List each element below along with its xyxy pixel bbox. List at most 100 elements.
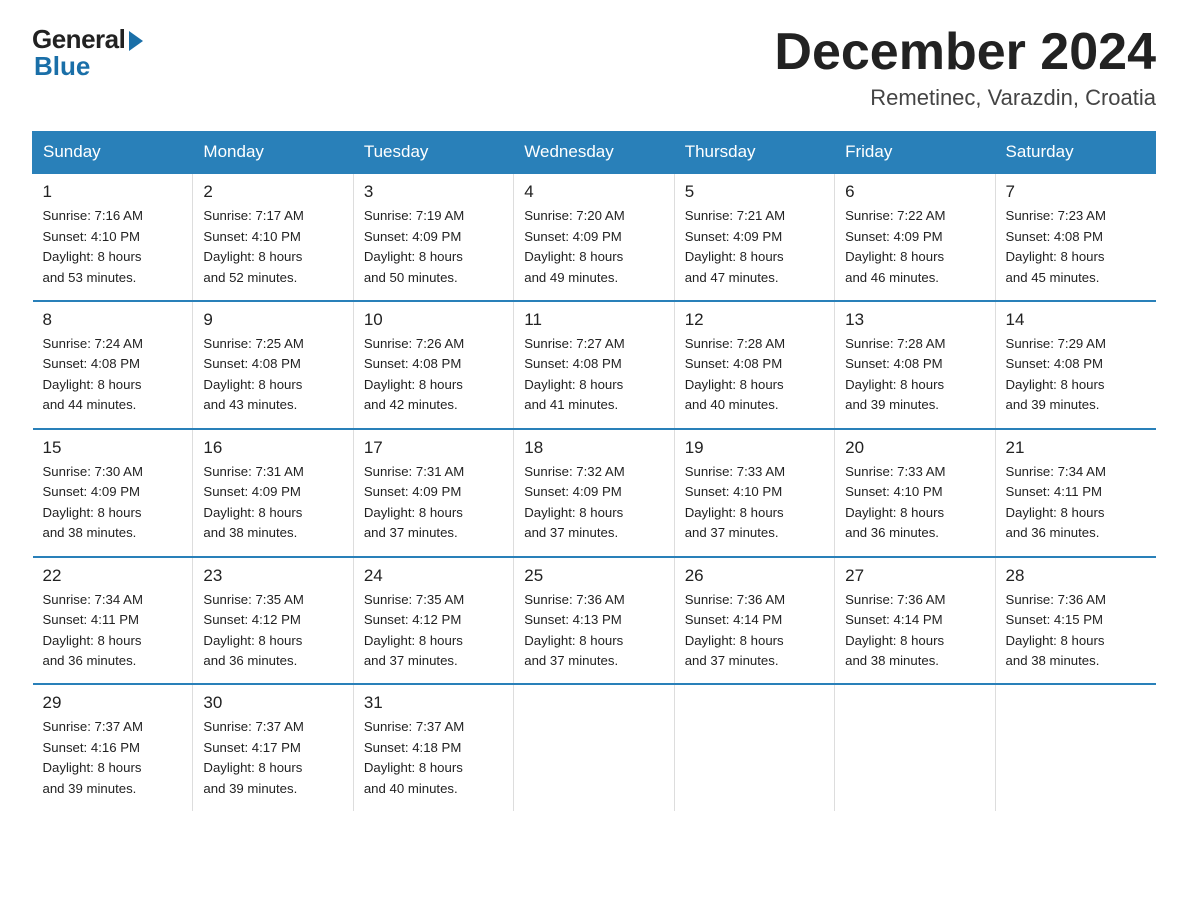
day-number: 6: [845, 182, 984, 202]
calendar-cell-w3-d4: 18Sunrise: 7:32 AMSunset: 4:09 PMDayligh…: [514, 429, 674, 557]
calendar-cell-w2-d3: 10Sunrise: 7:26 AMSunset: 4:08 PMDayligh…: [353, 301, 513, 429]
calendar-cell-w4-d5: 26 Sunrise: 7:36 AMSunset: 4:14 PMDayligh…: [674, 557, 834, 685]
day-info: Sunrise: 7:23 AMSunset: 4:08 PMDaylight:…: [1006, 206, 1146, 288]
day-number: 8: [43, 310, 183, 330]
day-info: Sunrise: 7:33 AMSunset: 4:10 PMDaylight:…: [845, 462, 984, 544]
day-info: Sunrise: 7:24 AMSunset: 4:08 PMDaylight:…: [43, 334, 183, 416]
day-number: 14: [1006, 310, 1146, 330]
calendar-cell-w1-d6: 6 Sunrise: 7:22 AMSunset: 4:09 PMDaylight…: [835, 173, 995, 301]
day-number: 16: [203, 438, 342, 458]
header-monday: Monday: [193, 132, 353, 174]
header-wednesday: Wednesday: [514, 132, 674, 174]
day-number: 19: [685, 438, 824, 458]
day-number: 25: [524, 566, 663, 586]
day-info: Sunrise: 7:31 AMSunset: 4:09 PMDaylight:…: [203, 462, 342, 544]
day-number: 2: [203, 182, 342, 202]
day-info: Sunrise: 7:29 AMSunset: 4:08 PMDaylight:…: [1006, 334, 1146, 416]
day-info: Sunrise: 7:37 AMSunset: 4:17 PMDaylight:…: [203, 717, 342, 799]
calendar-cell-w1-d7: 7 Sunrise: 7:23 AMSunset: 4:08 PMDaylight…: [995, 173, 1155, 301]
page-header: General Blue December 2024 Remetinec, Va…: [32, 24, 1156, 111]
calendar-week-2: 8 Sunrise: 7:24 AMSunset: 4:08 PMDaylight…: [33, 301, 1156, 429]
day-info: Sunrise: 7:31 AMSunset: 4:09 PMDaylight:…: [364, 462, 503, 544]
day-info: Sunrise: 7:30 AMSunset: 4:09 PMDaylight:…: [43, 462, 183, 544]
day-number: 21: [1006, 438, 1146, 458]
day-info: Sunrise: 7:34 AMSunset: 4:11 PMDaylight:…: [43, 590, 183, 672]
calendar-cell-w1-d4: 4 Sunrise: 7:20 AMSunset: 4:09 PMDaylight…: [514, 173, 674, 301]
calendar-cell-w2-d6: 13 Sunrise: 7:28 AMSunset: 4:08 PMDayligh…: [835, 301, 995, 429]
day-info: Sunrise: 7:25 AMSunset: 4:08 PMDaylight:…: [203, 334, 342, 416]
calendar-cell-w5-d6: [835, 684, 995, 811]
day-number: 3: [364, 182, 503, 202]
calendar-cell-w3-d3: 17 Sunrise: 7:31 AMSunset: 4:09 PMDayligh…: [353, 429, 513, 557]
calendar-cell-w3-d1: 15 Sunrise: 7:30 AMSunset: 4:09 PMDayligh…: [33, 429, 193, 557]
calendar-cell-w3-d7: 21Sunrise: 7:34 AMSunset: 4:11 PMDayligh…: [995, 429, 1155, 557]
day-info: Sunrise: 7:37 AMSunset: 4:16 PMDaylight:…: [43, 717, 183, 799]
logo: General Blue: [32, 24, 143, 82]
day-number: 27: [845, 566, 984, 586]
calendar-cell-w3-d5: 19 Sunrise: 7:33 AMSunset: 4:10 PMDayligh…: [674, 429, 834, 557]
day-number: 4: [524, 182, 663, 202]
location-text: Remetinec, Varazdin, Croatia: [774, 85, 1156, 111]
calendar-cell-w2-d5: 12Sunrise: 7:28 AMSunset: 4:08 PMDayligh…: [674, 301, 834, 429]
day-info: Sunrise: 7:19 AMSunset: 4:09 PMDaylight:…: [364, 206, 503, 288]
day-info: Sunrise: 7:27 AMSunset: 4:08 PMDaylight:…: [524, 334, 663, 416]
day-info: Sunrise: 7:36 AMSunset: 4:14 PMDaylight:…: [685, 590, 824, 672]
calendar-header-row: SundayMondayTuesdayWednesdayThursdayFrid…: [33, 132, 1156, 174]
day-info: Sunrise: 7:32 AMSunset: 4:09 PMDaylight:…: [524, 462, 663, 544]
day-info: Sunrise: 7:36 AMSunset: 4:14 PMDaylight:…: [845, 590, 984, 672]
header-saturday: Saturday: [995, 132, 1155, 174]
calendar-cell-w3-d6: 20Sunrise: 7:33 AMSunset: 4:10 PMDayligh…: [835, 429, 995, 557]
calendar-cell-w3-d2: 16 Sunrise: 7:31 AMSunset: 4:09 PMDayligh…: [193, 429, 353, 557]
day-number: 5: [685, 182, 824, 202]
calendar-cell-w4-d3: 24 Sunrise: 7:35 AMSunset: 4:12 PMDayligh…: [353, 557, 513, 685]
day-number: 15: [43, 438, 183, 458]
day-info: Sunrise: 7:22 AMSunset: 4:09 PMDaylight:…: [845, 206, 984, 288]
calendar-week-3: 15 Sunrise: 7:30 AMSunset: 4:09 PMDayligh…: [33, 429, 1156, 557]
calendar-cell-w1-d3: 3 Sunrise: 7:19 AMSunset: 4:09 PMDaylight…: [353, 173, 513, 301]
day-info: Sunrise: 7:37 AMSunset: 4:18 PMDaylight:…: [364, 717, 503, 799]
day-number: 13: [845, 310, 984, 330]
day-number: 29: [43, 693, 183, 713]
calendar-cell-w5-d7: [995, 684, 1155, 811]
day-number: 22: [43, 566, 183, 586]
day-info: Sunrise: 7:17 AMSunset: 4:10 PMDaylight:…: [203, 206, 342, 288]
calendar-cell-w2-d2: 9 Sunrise: 7:25 AMSunset: 4:08 PMDaylight…: [193, 301, 353, 429]
day-info: Sunrise: 7:20 AMSunset: 4:09 PMDaylight:…: [524, 206, 663, 288]
calendar-cell-w5-d2: 30 Sunrise: 7:37 AMSunset: 4:17 PMDayligh…: [193, 684, 353, 811]
day-number: 26: [685, 566, 824, 586]
day-info: Sunrise: 7:28 AMSunset: 4:08 PMDaylight:…: [845, 334, 984, 416]
calendar-table: SundayMondayTuesdayWednesdayThursdayFrid…: [32, 131, 1156, 811]
logo-blue-text: Blue: [32, 51, 90, 82]
calendar-cell-w2-d4: 11 Sunrise: 7:27 AMSunset: 4:08 PMDayligh…: [514, 301, 674, 429]
day-number: 30: [203, 693, 342, 713]
calendar-cell-w4-d2: 23 Sunrise: 7:35 AMSunset: 4:12 PMDayligh…: [193, 557, 353, 685]
calendar-cell-w4-d7: 28Sunrise: 7:36 AMSunset: 4:15 PMDayligh…: [995, 557, 1155, 685]
calendar-cell-w1-d1: 1Sunrise: 7:16 AMSunset: 4:10 PMDaylight…: [33, 173, 193, 301]
day-number: 10: [364, 310, 503, 330]
calendar-cell-w1-d2: 2 Sunrise: 7:17 AMSunset: 4:10 PMDaylight…: [193, 173, 353, 301]
calendar-cell-w4-d1: 22 Sunrise: 7:34 AMSunset: 4:11 PMDayligh…: [33, 557, 193, 685]
calendar-cell-w5-d4: [514, 684, 674, 811]
day-info: Sunrise: 7:33 AMSunset: 4:10 PMDaylight:…: [685, 462, 824, 544]
day-number: 24: [364, 566, 503, 586]
day-number: 17: [364, 438, 503, 458]
day-number: 9: [203, 310, 342, 330]
day-number: 11: [524, 310, 663, 330]
header-thursday: Thursday: [674, 132, 834, 174]
calendar-week-5: 29 Sunrise: 7:37 AMSunset: 4:16 PMDayligh…: [33, 684, 1156, 811]
title-block: December 2024 Remetinec, Varazdin, Croat…: [774, 24, 1156, 111]
calendar-cell-w5-d1: 29 Sunrise: 7:37 AMSunset: 4:16 PMDayligh…: [33, 684, 193, 811]
calendar-cell-w5-d5: [674, 684, 834, 811]
day-info: Sunrise: 7:36 AMSunset: 4:13 PMDaylight:…: [524, 590, 663, 672]
day-info: Sunrise: 7:21 AMSunset: 4:09 PMDaylight:…: [685, 206, 824, 288]
calendar-cell-w2-d1: 8 Sunrise: 7:24 AMSunset: 4:08 PMDaylight…: [33, 301, 193, 429]
day-number: 23: [203, 566, 342, 586]
day-info: Sunrise: 7:35 AMSunset: 4:12 PMDaylight:…: [364, 590, 503, 672]
header-tuesday: Tuesday: [353, 132, 513, 174]
header-friday: Friday: [835, 132, 995, 174]
logo-arrow-icon: [129, 31, 143, 51]
day-number: 7: [1006, 182, 1146, 202]
header-sunday: Sunday: [33, 132, 193, 174]
calendar-week-4: 22 Sunrise: 7:34 AMSunset: 4:11 PMDayligh…: [33, 557, 1156, 685]
day-info: Sunrise: 7:35 AMSunset: 4:12 PMDaylight:…: [203, 590, 342, 672]
